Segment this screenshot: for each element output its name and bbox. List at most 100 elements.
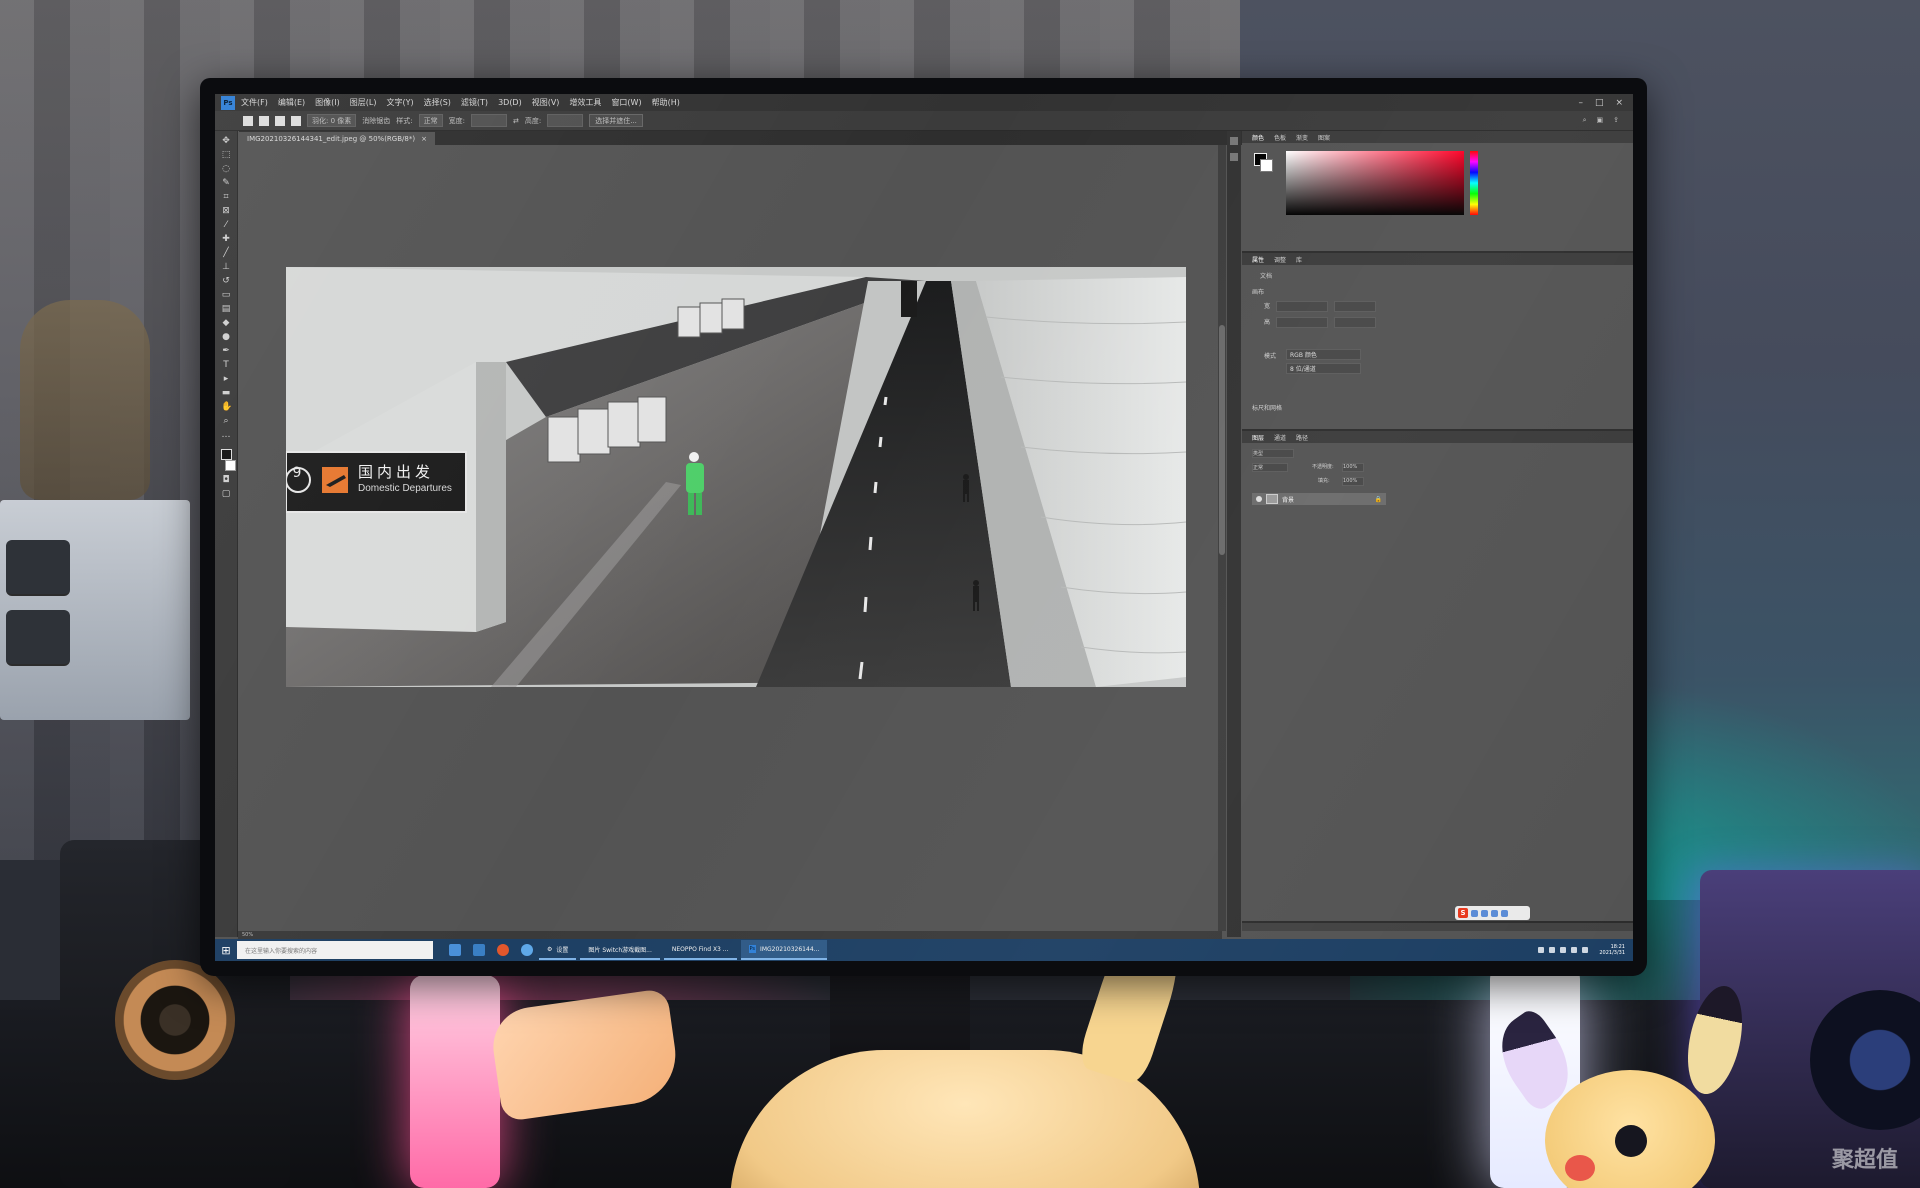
taskbar-search-input[interactable]: 在这里输入你要搜索的内容: [237, 941, 433, 959]
feather-field[interactable]: 羽化: 0 像素: [307, 114, 357, 127]
eraser-tool-icon[interactable]: ▭: [221, 291, 231, 300]
background-color-chip[interactable]: [1260, 159, 1273, 172]
ime-toolbar[interactable]: S: [1455, 906, 1530, 920]
antialias-checkbox[interactable]: 消除锯齿: [362, 116, 390, 126]
blend-mode-select[interactable]: 正常: [1252, 463, 1288, 472]
tab-adjustments[interactable]: 调整: [1274, 255, 1286, 264]
history-brush-tool-icon[interactable]: ↺: [221, 277, 231, 286]
taskbar-app-settings[interactable]: ⚙ 设置: [539, 940, 577, 960]
height-input[interactable]: [547, 114, 584, 127]
opacity-input[interactable]: 100%: [1342, 463, 1364, 472]
document-tab[interactable]: IMG20210326144341_edit.jpeg @ 50%(RGB/8*…: [239, 132, 435, 145]
eye-icon[interactable]: [1256, 496, 1262, 502]
menu-select[interactable]: 选择(S): [424, 97, 451, 108]
subtract-selection-icon[interactable]: [275, 115, 285, 126]
tab-paths[interactable]: 路径: [1296, 433, 1308, 442]
marquee-tool-icon[interactable]: ⬚: [221, 151, 231, 160]
task-view-icon[interactable]: [449, 944, 461, 956]
layer-row-background[interactable]: 背景 🔒: [1252, 493, 1386, 505]
pen-tool-icon[interactable]: ✒: [221, 347, 231, 356]
gradient-tool-icon[interactable]: ▤: [221, 305, 231, 314]
zoom-tool-icon[interactable]: ⌕: [221, 417, 231, 426]
background-color-swatch[interactable]: [224, 460, 236, 471]
close-icon[interactable]: ×: [1615, 98, 1623, 108]
canvas-y-field[interactable]: [1334, 317, 1376, 328]
taskbar-app-photoshop[interactable]: Ps IMG20210326144...: [740, 940, 828, 960]
tab-layers[interactable]: 图层: [1252, 433, 1264, 442]
crop-tool-icon[interactable]: ⌗: [221, 193, 231, 202]
menu-view[interactable]: 视图(V): [532, 97, 560, 108]
fill-input[interactable]: 100%: [1342, 477, 1364, 486]
notification-icon[interactable]: [1582, 947, 1589, 953]
network-icon[interactable]: [1538, 947, 1545, 953]
tab-channels[interactable]: 通道: [1274, 433, 1286, 442]
menu-edit[interactable]: 编辑(E): [278, 97, 305, 108]
ime-keyboard-icon[interactable]: [1501, 909, 1508, 917]
bit-depth-select[interactable]: 8 位/通道: [1286, 363, 1361, 374]
battery-icon[interactable]: [1560, 947, 1567, 953]
taskbar-app-browser[interactable]: NEOPPO Find X3 ...: [663, 940, 737, 960]
menu-file[interactable]: 文件(F): [241, 97, 268, 108]
menu-3d[interactable]: 3D(D): [498, 98, 522, 107]
close-icon[interactable]: ×: [421, 135, 427, 143]
quick-select-tool-icon[interactable]: ✎: [221, 179, 231, 188]
eyedropper-tool-icon[interactable]: ⁄: [221, 221, 231, 230]
lock-icon[interactable]: 🔒: [1375, 496, 1382, 503]
system-clock[interactable]: 18:21 2021/3/31: [1599, 944, 1625, 956]
minimize-icon[interactable]: –: [1578, 98, 1583, 108]
type-tool-icon[interactable]: T: [221, 361, 231, 370]
more-tools-icon[interactable]: …: [221, 431, 231, 440]
menu-window[interactable]: 窗口(W): [611, 97, 641, 108]
quick-mask-icon[interactable]: ◘: [221, 476, 231, 485]
frame-tool-icon[interactable]: ⊠: [221, 207, 231, 216]
hue-slider[interactable]: [1470, 151, 1478, 215]
lasso-tool-icon[interactable]: ◌: [221, 165, 231, 174]
actions-panel-icon[interactable]: [1230, 153, 1238, 161]
menu-image[interactable]: 图像(I): [315, 97, 340, 108]
ime-mode-icon[interactable]: [1471, 909, 1478, 917]
canvas-area[interactable]: 9 国内出发 Domestic Departures: [238, 145, 1218, 931]
new-selection-icon[interactable]: [243, 115, 253, 126]
tab-libraries[interactable]: 库: [1296, 255, 1302, 264]
dodge-tool-icon[interactable]: ●: [221, 333, 231, 342]
stamp-tool-icon[interactable]: ⊥: [221, 263, 231, 272]
zoom-level[interactable]: 50%: [242, 932, 253, 938]
brush-tool-icon[interactable]: ╱: [221, 249, 231, 258]
menu-type[interactable]: 文字(Y): [386, 97, 413, 108]
mode-select[interactable]: RGB 颜色: [1286, 349, 1361, 360]
workspace-icon[interactable]: ▣: [1597, 116, 1604, 125]
move-tool-icon[interactable]: ✥: [221, 137, 231, 146]
tab-swatches[interactable]: 色板: [1274, 133, 1286, 142]
color-picker-field[interactable]: [1286, 151, 1464, 215]
style-select[interactable]: 正常: [418, 114, 443, 127]
scrollbar-thumb[interactable]: [1219, 325, 1225, 555]
screen-mode-icon[interactable]: ▢: [221, 490, 231, 499]
width-input[interactable]: [470, 114, 507, 127]
sogou-ime-icon[interactable]: S: [1458, 908, 1468, 918]
menu-filter[interactable]: 滤镜(T): [461, 97, 488, 108]
tab-color[interactable]: 颜色: [1252, 133, 1264, 142]
foreground-color-swatch[interactable]: [220, 449, 232, 460]
intersect-selection-icon[interactable]: [291, 115, 301, 126]
menu-plugins[interactable]: 增效工具: [569, 97, 601, 108]
firefox-icon[interactable]: [497, 944, 509, 956]
tab-properties[interactable]: 属性: [1252, 255, 1264, 264]
shape-tool-icon[interactable]: ▬: [221, 389, 231, 398]
blur-tool-icon[interactable]: ◆: [221, 319, 231, 328]
vertical-scrollbar[interactable]: [1218, 145, 1226, 931]
edge-icon[interactable]: [473, 944, 485, 956]
taskbar-app-photos[interactable]: 图片 Switch游戏截图...: [580, 940, 660, 960]
hand-tool-icon[interactable]: ✋: [221, 403, 232, 412]
path-select-tool-icon[interactable]: ▸: [221, 375, 231, 384]
tab-gradients[interactable]: 渐变: [1296, 133, 1308, 142]
menu-help[interactable]: 帮助(H): [652, 97, 680, 108]
canvas-width-field[interactable]: [1276, 301, 1328, 312]
select-and-mask-button[interactable]: 选择并遮住...: [589, 114, 643, 127]
menu-layer[interactable]: 图层(L): [350, 97, 377, 108]
healing-brush-tool-icon[interactable]: ✚: [221, 235, 231, 244]
ime-mic-icon[interactable]: [1491, 909, 1498, 917]
search-icon[interactable]: ⌕: [1583, 116, 1587, 125]
canvas-height-field[interactable]: [1276, 317, 1328, 328]
add-selection-icon[interactable]: [259, 115, 269, 126]
browser-icon[interactable]: [521, 944, 533, 956]
